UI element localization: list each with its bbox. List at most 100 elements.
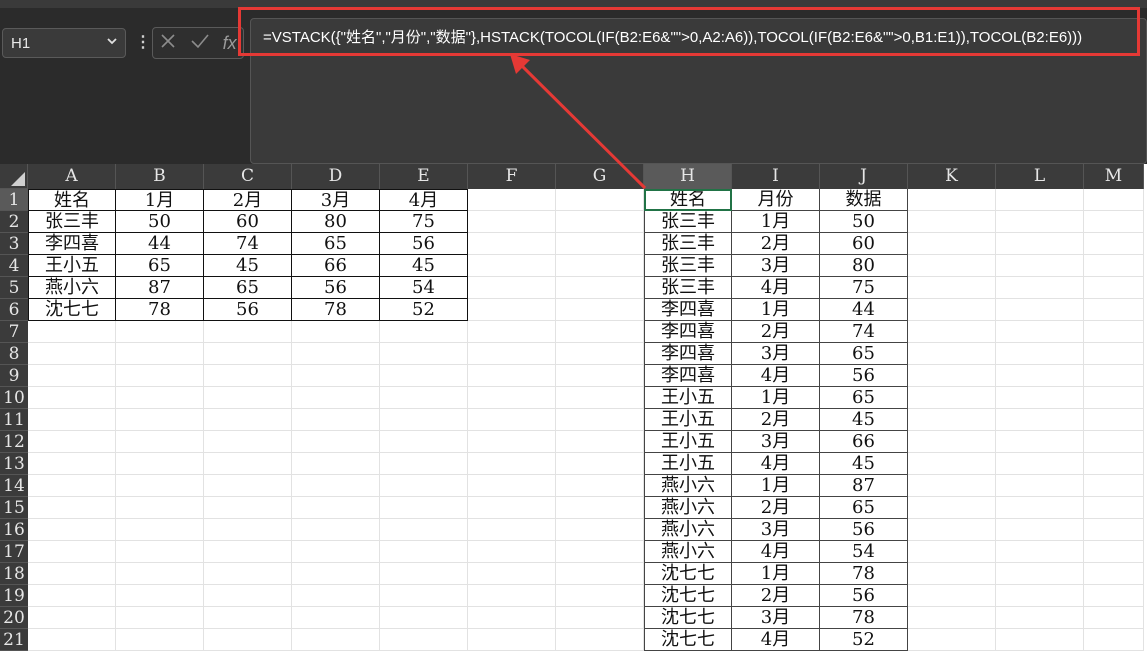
cell-i10[interactable]: 1月 xyxy=(732,387,820,409)
cell-a17[interactable] xyxy=(28,541,116,563)
cell-m8[interactable] xyxy=(1084,343,1144,365)
cell-l12[interactable] xyxy=(996,431,1084,453)
cell-e13[interactable] xyxy=(380,453,468,475)
cell-c1[interactable]: 2月 xyxy=(204,189,292,211)
cell-e6[interactable]: 52 xyxy=(380,299,468,321)
cell-d5[interactable]: 56 xyxy=(292,277,380,299)
cell-f12[interactable] xyxy=(468,431,556,453)
cell-h5[interactable]: 张三丰 xyxy=(644,277,732,299)
cell-b18[interactable] xyxy=(116,563,204,585)
cell-k4[interactable] xyxy=(908,255,996,277)
fx-icon[interactable]: fx xyxy=(223,33,237,54)
cell-i16[interactable]: 3月 xyxy=(732,519,820,541)
worksheet-grid[interactable]: A B C D E F G H I J K L M 1 2 3 4 5 6 7 8 9 10 11 12 13 14 15 16 17 18… xyxy=(0,164,1147,660)
cell-k1[interactable] xyxy=(908,189,996,211)
row-header-15[interactable]: 15 xyxy=(0,497,28,519)
cell-l16[interactable] xyxy=(996,519,1084,541)
cell-k6[interactable] xyxy=(908,299,996,321)
cell-m16[interactable] xyxy=(1084,519,1144,541)
cell-i20[interactable]: 3月 xyxy=(732,607,820,629)
cell-j2[interactable]: 50 xyxy=(820,211,908,233)
row-header-16[interactable]: 16 xyxy=(0,519,28,541)
cell-f6[interactable] xyxy=(468,299,556,321)
cell-k11[interactable] xyxy=(908,409,996,431)
cell-h18[interactable]: 沈七七 xyxy=(644,563,732,585)
column-header-h[interactable]: H xyxy=(644,164,732,189)
cell-g17[interactable] xyxy=(556,541,644,563)
row-header-17[interactable]: 17 xyxy=(0,541,28,563)
cell-m11[interactable] xyxy=(1084,409,1144,431)
cell-l6[interactable] xyxy=(996,299,1084,321)
row-header-6[interactable]: 6 xyxy=(0,299,28,321)
cell-h19[interactable]: 沈七七 xyxy=(644,585,732,607)
cell-i15[interactable]: 2月 xyxy=(732,497,820,519)
cell-l5[interactable] xyxy=(996,277,1084,299)
cell-g15[interactable] xyxy=(556,497,644,519)
cell-h16[interactable]: 燕小六 xyxy=(644,519,732,541)
cell-g20[interactable] xyxy=(556,607,644,629)
cell-i12[interactable]: 3月 xyxy=(732,431,820,453)
cell-h15[interactable]: 燕小六 xyxy=(644,497,732,519)
cell-h20[interactable]: 沈七七 xyxy=(644,607,732,629)
row-header-4[interactable]: 4 xyxy=(0,255,28,277)
cell-d11[interactable] xyxy=(292,409,380,431)
cell-j21[interactable]: 52 xyxy=(820,629,908,651)
cell-e12[interactable] xyxy=(380,431,468,453)
cell-k14[interactable] xyxy=(908,475,996,497)
cell-a20[interactable] xyxy=(28,607,116,629)
cell-i3[interactable]: 2月 xyxy=(732,233,820,255)
cell-i6[interactable]: 1月 xyxy=(732,299,820,321)
cell-l1[interactable] xyxy=(996,189,1084,211)
cell-f21[interactable] xyxy=(468,629,556,651)
column-header-a[interactable]: A xyxy=(28,164,116,189)
cell-i5[interactable]: 4月 xyxy=(732,277,820,299)
column-header-g[interactable]: G xyxy=(556,164,644,189)
column-header-e[interactable]: E xyxy=(380,164,468,189)
cell-k19[interactable] xyxy=(908,585,996,607)
cell-f15[interactable] xyxy=(468,497,556,519)
cell-m2[interactable] xyxy=(1084,211,1144,233)
cell-f10[interactable] xyxy=(468,387,556,409)
cell-b13[interactable] xyxy=(116,453,204,475)
cell-j17[interactable]: 54 xyxy=(820,541,908,563)
cell-d7[interactable] xyxy=(292,321,380,343)
cell-f16[interactable] xyxy=(468,519,556,541)
cell-f8[interactable] xyxy=(468,343,556,365)
cell-k17[interactable] xyxy=(908,541,996,563)
cell-b6[interactable]: 78 xyxy=(116,299,204,321)
cell-a12[interactable] xyxy=(28,431,116,453)
cell-e11[interactable] xyxy=(380,409,468,431)
cell-b16[interactable] xyxy=(116,519,204,541)
cell-d1[interactable]: 3月 xyxy=(292,189,380,211)
cell-c13[interactable] xyxy=(204,453,292,475)
cell-d19[interactable] xyxy=(292,585,380,607)
cell-g9[interactable] xyxy=(556,365,644,387)
cell-c3[interactable]: 74 xyxy=(204,233,292,255)
cell-d6[interactable]: 78 xyxy=(292,299,380,321)
cell-g6[interactable] xyxy=(556,299,644,321)
cell-a16[interactable] xyxy=(28,519,116,541)
cell-h13[interactable]: 王小五 xyxy=(644,453,732,475)
cell-h17[interactable]: 燕小六 xyxy=(644,541,732,563)
cell-k21[interactable] xyxy=(908,629,996,651)
cell-d12[interactable] xyxy=(292,431,380,453)
cell-h8[interactable]: 李四喜 xyxy=(644,343,732,365)
row-header-20[interactable]: 20 xyxy=(0,607,28,629)
cell-c16[interactable] xyxy=(204,519,292,541)
cell-g19[interactable] xyxy=(556,585,644,607)
cell-m6[interactable] xyxy=(1084,299,1144,321)
cell-a21[interactable] xyxy=(28,629,116,651)
cell-d21[interactable] xyxy=(292,629,380,651)
cell-a18[interactable] xyxy=(28,563,116,585)
cell-l17[interactable] xyxy=(996,541,1084,563)
cell-m12[interactable] xyxy=(1084,431,1144,453)
row-header-14[interactable]: 14 xyxy=(0,475,28,497)
cell-j12[interactable]: 66 xyxy=(820,431,908,453)
cell-g10[interactable] xyxy=(556,387,644,409)
cell-j8[interactable]: 65 xyxy=(820,343,908,365)
cell-c8[interactable] xyxy=(204,343,292,365)
cell-k20[interactable] xyxy=(908,607,996,629)
row-header-13[interactable]: 13 xyxy=(0,453,28,475)
cell-g1[interactable] xyxy=(556,189,644,211)
cell-a13[interactable] xyxy=(28,453,116,475)
